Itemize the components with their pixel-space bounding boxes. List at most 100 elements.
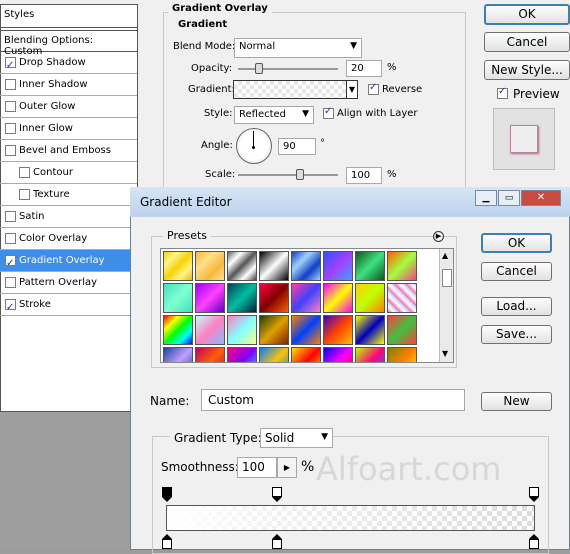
preset-swatch[interactable] xyxy=(291,251,321,281)
maximize-icon[interactable]: ▭ xyxy=(498,190,520,206)
style-checkbox[interactable] xyxy=(19,189,30,200)
style-checkbox[interactable] xyxy=(5,297,16,318)
style-item-outer-glow[interactable]: Outer Glow xyxy=(0,96,137,118)
blend-mode-select[interactable]: Normal ▼ xyxy=(234,38,362,58)
preset-swatch[interactable] xyxy=(323,283,353,313)
preset-swatch[interactable] xyxy=(227,283,257,313)
style-item-inner-glow[interactable]: Inner Glow xyxy=(0,118,137,140)
color-stop-right[interactable] xyxy=(529,534,539,550)
presets-menu-icon[interactable]: ▶ xyxy=(433,231,444,242)
preview-checkbox[interactable] xyxy=(497,86,508,99)
new-style-button[interactable]: New Style... xyxy=(484,60,570,80)
preset-swatch[interactable] xyxy=(323,347,353,362)
save-button[interactable]: Save... xyxy=(481,325,552,344)
style-item-stroke[interactable]: Stroke xyxy=(0,294,137,318)
preset-swatch[interactable] xyxy=(291,315,321,345)
close-icon[interactable]: ✕ xyxy=(521,190,561,206)
cancel-button[interactable]: Cancel xyxy=(484,32,570,52)
gradient-bar[interactable] xyxy=(166,505,535,531)
align-checkbox[interactable] xyxy=(323,106,334,119)
preset-swatch[interactable] xyxy=(355,283,385,313)
style-item-inner-shadow[interactable]: Inner Shadow xyxy=(0,74,137,96)
style-checkbox[interactable] xyxy=(5,55,16,76)
editor-ok-button[interactable]: OK xyxy=(481,233,552,253)
preset-swatch[interactable] xyxy=(163,315,193,345)
presets-scrollbar[interactable]: ▲ ▼ xyxy=(439,249,453,362)
smoothness-input[interactable]: 100 xyxy=(237,457,277,478)
preset-swatch[interactable] xyxy=(163,283,193,313)
style-checkbox[interactable] xyxy=(5,233,16,244)
style-checkbox[interactable] xyxy=(5,79,16,90)
angle-dial[interactable] xyxy=(236,128,272,164)
preset-swatch[interactable] xyxy=(387,315,417,345)
style-checkbox[interactable] xyxy=(5,277,16,288)
preset-swatch[interactable] xyxy=(195,251,225,281)
preset-swatch[interactable] xyxy=(387,251,417,281)
style-checkbox[interactable] xyxy=(19,167,30,178)
opacity-slider-thumb[interactable] xyxy=(255,63,263,74)
preset-swatch[interactable] xyxy=(163,251,193,281)
preset-swatch[interactable] xyxy=(355,315,385,345)
opacity-stop-left[interactable] xyxy=(162,487,172,502)
style-item-pattern-overlay[interactable]: Pattern Overlay xyxy=(0,272,137,294)
styles-header[interactable]: Styles xyxy=(0,4,138,28)
preset-swatch[interactable] xyxy=(195,315,225,345)
style-checkbox[interactable] xyxy=(5,101,16,112)
preset-swatch[interactable] xyxy=(291,283,321,313)
reverse-checkbox[interactable] xyxy=(368,82,379,95)
style-item-drop-shadow[interactable]: Drop Shadow xyxy=(0,52,137,76)
style-item-color-overlay[interactable]: Color Overlay xyxy=(0,228,137,250)
chevron-down-icon[interactable]: ▼ xyxy=(346,80,358,99)
preset-swatch[interactable] xyxy=(387,347,417,362)
scroll-up-icon[interactable]: ▲ xyxy=(442,251,448,260)
preset-swatch[interactable] xyxy=(227,251,257,281)
style-select[interactable]: Reflected ▼ xyxy=(234,106,314,124)
style-item-texture[interactable]: Texture xyxy=(0,184,137,206)
preview-label: Preview xyxy=(513,87,560,101)
gradient-type-select[interactable]: Solid ▼ xyxy=(260,428,333,448)
preset-swatch[interactable] xyxy=(227,315,257,345)
style-checkbox[interactable] xyxy=(5,145,16,156)
opacity-input[interactable]: 20 xyxy=(346,60,382,77)
editor-cancel-button[interactable]: Cancel xyxy=(481,262,552,281)
preset-swatch[interactable] xyxy=(259,315,289,345)
minimize-icon[interactable]: ▁ xyxy=(475,190,497,206)
style-item-gradient-overlay[interactable]: Gradient Overlay xyxy=(0,250,137,274)
scrollbar-thumb[interactable] xyxy=(442,269,452,287)
preset-swatch[interactable] xyxy=(163,347,193,362)
name-input[interactable]: Custom xyxy=(201,389,465,411)
preset-swatch[interactable] xyxy=(195,347,225,362)
style-checkbox[interactable] xyxy=(5,253,16,274)
opacity-stop-middle[interactable] xyxy=(272,487,282,502)
preset-swatch[interactable] xyxy=(355,347,385,362)
preset-swatch[interactable] xyxy=(195,283,225,313)
new-button[interactable]: New xyxy=(481,392,552,411)
style-checkbox[interactable] xyxy=(5,123,16,134)
preset-swatch[interactable] xyxy=(259,251,289,281)
preset-swatch[interactable] xyxy=(259,347,289,362)
style-item-contour[interactable]: Contour xyxy=(0,162,137,184)
angle-input[interactable]: 90 xyxy=(278,138,316,155)
preset-swatch[interactable] xyxy=(387,283,417,313)
load-button[interactable]: Load... xyxy=(481,297,552,316)
gradient-preview[interactable] xyxy=(233,80,347,99)
color-stop-middle[interactable] xyxy=(272,534,282,550)
scale-input[interactable]: 100 xyxy=(346,167,382,184)
preset-swatch[interactable] xyxy=(355,251,385,281)
style-item-satin[interactable]: Satin xyxy=(0,206,137,228)
name-label: Name: xyxy=(150,394,190,408)
preset-swatch[interactable] xyxy=(291,347,321,362)
opacity-stop-right[interactable] xyxy=(529,487,539,502)
style-checkbox[interactable] xyxy=(5,211,16,222)
style-item-bevel-and-emboss[interactable]: Bevel and Emboss xyxy=(0,140,137,162)
preset-swatch[interactable] xyxy=(323,251,353,281)
scale-slider-thumb[interactable] xyxy=(296,169,304,180)
blending-options-item[interactable]: Blending Options: Custom xyxy=(0,30,138,57)
preset-swatch[interactable] xyxy=(227,347,257,362)
scroll-down-icon[interactable]: ▼ xyxy=(442,349,448,358)
smoothness-stepper-icon[interactable]: ▶ xyxy=(277,457,297,478)
preset-swatch[interactable] xyxy=(259,283,289,313)
color-stop-left[interactable] xyxy=(162,534,172,550)
ok-button[interactable]: OK xyxy=(484,4,570,25)
preset-swatch[interactable] xyxy=(323,315,353,345)
